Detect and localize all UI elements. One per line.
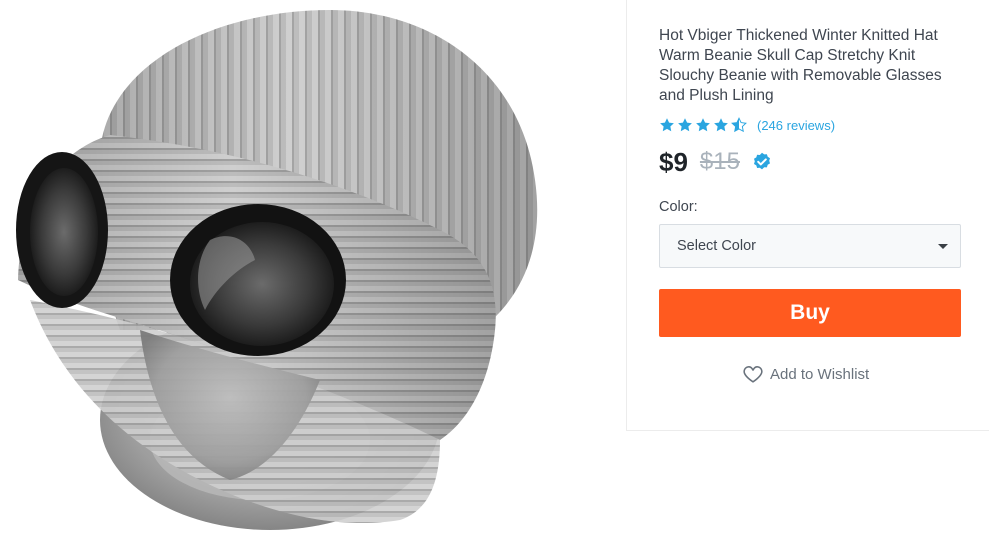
star-icon bbox=[660, 118, 674, 132]
verified-check-icon bbox=[753, 152, 770, 170]
star-icon bbox=[714, 118, 728, 132]
product-image bbox=[0, 0, 626, 545]
buy-button[interactable]: Buy bbox=[659, 289, 961, 337]
rating-row: (246 reviews) bbox=[659, 116, 835, 134]
product-panel: Hot Vbiger Thickened Winter Knitted Hat … bbox=[626, 0, 989, 431]
current-price: $9 bbox=[659, 146, 688, 177]
star-icon bbox=[696, 118, 710, 132]
add-to-wishlist-link[interactable]: Add to Wishlist bbox=[742, 363, 869, 385]
star-icon bbox=[678, 118, 692, 132]
color-select-value: Select Color bbox=[677, 238, 756, 254]
caret-down-icon bbox=[938, 244, 948, 249]
product-title: Hot Vbiger Thickened Winter Knitted Hat … bbox=[659, 27, 942, 104]
price-row: $9 $15 bbox=[659, 146, 772, 178]
reviews-link[interactable]: (246 reviews) bbox=[757, 118, 835, 133]
color-label: Color: bbox=[659, 199, 698, 215]
heart-icon bbox=[743, 366, 763, 383]
beanie-illustration bbox=[16, 10, 538, 530]
color-select[interactable]: Select Color bbox=[659, 224, 961, 268]
half-star-icon bbox=[731, 117, 747, 133]
wishlist-label: Add to Wishlist bbox=[770, 365, 870, 383]
star-rating bbox=[659, 117, 747, 133]
original-price: $15 bbox=[699, 148, 740, 175]
